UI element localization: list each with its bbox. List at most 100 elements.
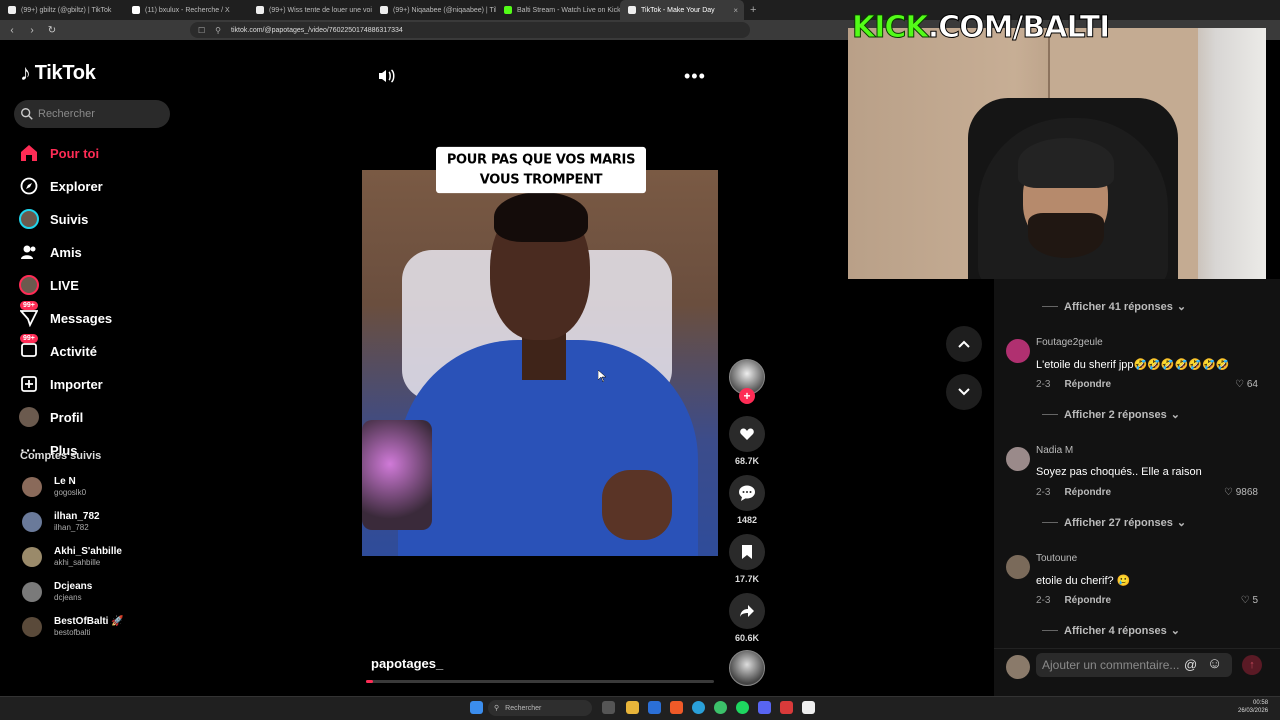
commenter-avatar[interactable]: [1006, 447, 1030, 471]
webcam-streamer-beard: [1028, 213, 1104, 258]
nav-item-home[interactable]: Pour toi: [18, 141, 99, 165]
telegram-icon[interactable]: [692, 701, 705, 714]
commenter-name[interactable]: Toutoune: [1036, 553, 1077, 564]
bookmark-icon[interactable]: ☐: [198, 26, 205, 35]
share-icon: [740, 605, 754, 617]
mention-icon[interactable]: @: [1184, 657, 1197, 672]
reply-button[interactable]: Répondre: [1064, 379, 1111, 390]
next-video-button[interactable]: [946, 374, 982, 410]
tab-close-icon[interactable]: ×: [733, 6, 738, 15]
taskbar-clock[interactable]: 00:58 26/03/2026: [1238, 699, 1268, 715]
site-info-icon[interactable]: ⚲: [215, 26, 221, 35]
followed-account[interactable]: Dcjeans dcjeans: [22, 581, 92, 603]
nav-label: Activité: [50, 343, 97, 359]
task-view-icon[interactable]: [602, 701, 615, 714]
comment-like-button[interactable]: ♡ 9868: [1224, 487, 1258, 498]
tiktok-note-icon: ♪: [20, 60, 31, 85]
forward-icon[interactable]: ›: [24, 25, 40, 36]
browser-tab[interactable]: Balti Stream - Watch Live on Kick: [496, 0, 620, 20]
video-progress-bar[interactable]: [366, 680, 714, 683]
brave-browser-icon[interactable]: [670, 701, 683, 714]
nav-item-upload[interactable]: Importer: [18, 372, 103, 396]
comment-like-button[interactable]: ♡ 5: [1241, 595, 1258, 606]
save-action[interactable]: 17.7K: [729, 534, 765, 584]
chevron-down-icon: ⌄: [1176, 301, 1187, 313]
followed-account[interactable]: BestOfBalti 🚀 bestofbalti: [22, 616, 124, 638]
taskbar-search-icon: ⚲: [494, 705, 500, 712]
video-player[interactable]: [362, 170, 718, 556]
windows-start-icon[interactable]: [470, 701, 483, 714]
account-avatar: [22, 512, 42, 532]
emoji-icon[interactable]: ☺: [1207, 655, 1222, 672]
nav-item-friends[interactable]: Amis: [18, 240, 82, 264]
discord-icon[interactable]: [758, 701, 771, 714]
url-text: tiktok.com/@papotages_/video/76022501748…: [231, 26, 403, 34]
comment-action[interactable]: 1482: [729, 475, 765, 525]
nav-item-following-avatar[interactable]: Suivis: [18, 207, 88, 231]
more-options-icon[interactable]: •••: [684, 66, 706, 87]
commenter-name[interactable]: Foutage2geule: [1036, 337, 1103, 348]
show-replies-button[interactable]: Afficher 2 réponses ⌄: [1042, 408, 1180, 421]
reload-icon[interactable]: ↻: [44, 25, 60, 36]
follow-plus-icon[interactable]: +: [739, 388, 755, 404]
account-avatar: [22, 547, 42, 567]
show-replies-button[interactable]: Afficher 41 réponses ⌄: [1042, 300, 1186, 313]
comment-like-button[interactable]: ♡ 64: [1235, 379, 1258, 390]
search-icon: [21, 108, 33, 120]
file-explorer-icon[interactable]: [626, 701, 639, 714]
followed-account[interactable]: Le Ngogoslk0: [22, 476, 86, 498]
comment-like-count: 5: [1252, 595, 1258, 606]
search-placeholder: Rechercher: [38, 108, 95, 120]
notion-icon[interactable]: [802, 701, 815, 714]
divider: [1042, 414, 1058, 415]
show-replies-label: Afficher 41 réponses: [1064, 300, 1173, 313]
nav-item-compass[interactable]: Explorer: [18, 174, 103, 198]
tiktok-logo[interactable]: ♪ TikTok: [20, 60, 96, 86]
tab-label: (99+) Wiss tente de louer une voiture: [269, 6, 372, 14]
nav-item-live-avatar[interactable]: LIVE: [18, 273, 79, 297]
like-action[interactable]: 68.7K: [729, 416, 765, 466]
followed-account[interactable]: ilhan_782 ilhan_782: [22, 511, 100, 533]
tab-label: TikTok - Make Your Day: [641, 6, 715, 14]
browser-tab[interactable]: (99+) Niqaabee (@niqaabee) | TikTok: [372, 0, 496, 20]
whatsapp-icon[interactable]: [714, 701, 727, 714]
music-disc-avatar[interactable]: [729, 650, 765, 686]
spotify-icon[interactable]: [736, 701, 749, 714]
show-replies-button[interactable]: Afficher 4 réponses ⌄: [1042, 624, 1180, 637]
nav-item-activity[interactable]: 99+ Activité: [18, 334, 97, 363]
nav-item-messages[interactable]: 99+ Messages: [18, 301, 113, 330]
address-bar[interactable]: ☐ ⚲ tiktok.com/@papotages_/video/7602250…: [190, 22, 750, 38]
previous-video-button[interactable]: [946, 326, 982, 362]
volume-icon[interactable]: [376, 66, 396, 86]
new-tab-icon[interactable]: +: [750, 4, 756, 16]
send-comment-button[interactable]: ↑: [1242, 655, 1262, 675]
browser-tab[interactable]: (11) bxulux - Recherche / X: [124, 0, 248, 20]
search-input[interactable]: Rechercher: [14, 100, 170, 128]
video-author[interactable]: papotages_: [371, 656, 443, 671]
live-avatar-icon: [18, 274, 40, 296]
browser-tab[interactable]: (99+) Wiss tente de louer une voiture: [248, 0, 372, 20]
tab-favicon-icon: [504, 6, 512, 14]
store-icon[interactable]: [648, 701, 661, 714]
share-action[interactable]: 60.6K: [729, 593, 765, 643]
commenter-name[interactable]: Nadia M: [1036, 445, 1073, 456]
comment-text: Soyez pas choqués.. Elle a raison: [1036, 466, 1202, 478]
divider: [1042, 306, 1058, 307]
mouse-cursor-icon: [598, 370, 606, 382]
show-replies-button[interactable]: Afficher 27 réponses ⌄: [1042, 516, 1186, 529]
nav-item-profile-avatar[interactable]: Profil: [18, 405, 83, 429]
app-icon[interactable]: [780, 701, 793, 714]
back-icon[interactable]: ‹: [4, 25, 20, 36]
account-avatar: [22, 582, 42, 602]
taskbar-search[interactable]: ⚲ Rechercher: [488, 700, 592, 716]
comment-input[interactable]: Ajouter un commentaire...: [1036, 653, 1232, 677]
reply-button[interactable]: Répondre: [1064, 595, 1111, 606]
browser-tab[interactable]: (99+) gbiltz (@gbiltz) | TikTok: [0, 0, 124, 20]
commenter-avatar[interactable]: [1006, 339, 1030, 363]
compass-icon: [18, 175, 40, 197]
nav-label: Messages: [50, 310, 113, 326]
followed-account[interactable]: Akhi_S'ahbille akhi_sahbille: [22, 546, 122, 568]
browser-tab[interactable]: TikTok - Make Your Day ×: [620, 0, 744, 20]
commenter-avatar[interactable]: [1006, 555, 1030, 579]
reply-button[interactable]: Répondre: [1064, 487, 1111, 498]
